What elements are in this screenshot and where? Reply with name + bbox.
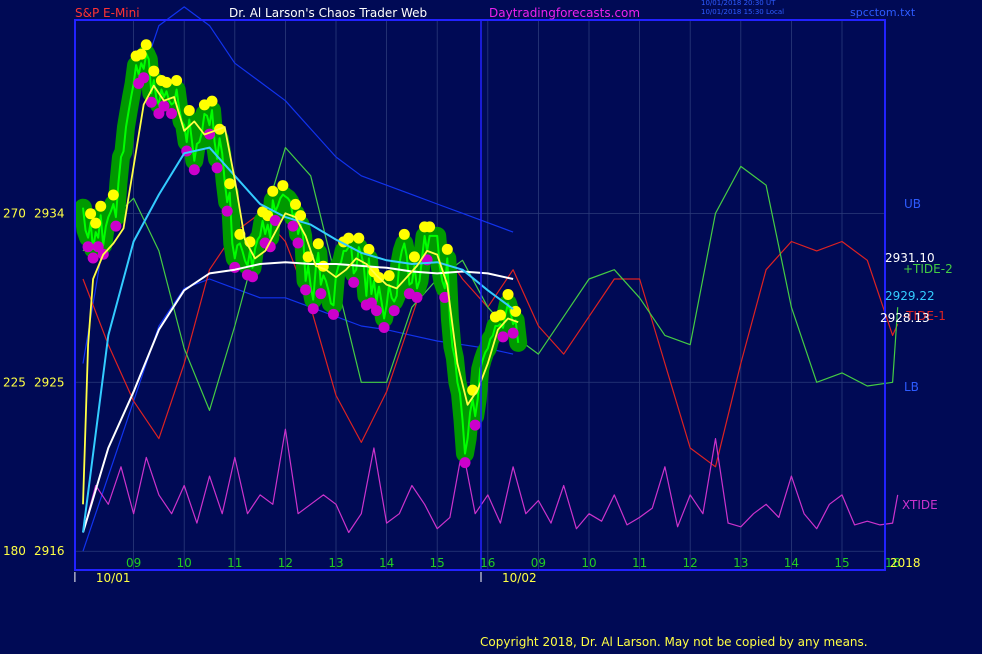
x-tick-hour: 09 — [126, 556, 141, 570]
swing-low-dot — [221, 205, 233, 217]
x-tick-hour: 11 — [632, 556, 647, 570]
x-tick-hour: 12 — [278, 556, 293, 570]
chart-svg: 270 2934225 2925180 291609 10 11 12 13 14 15 16 09 1… — [3, 6, 953, 585]
site-url[interactable]: Daytradingforecasts.com — [489, 6, 640, 20]
x-tick-hour: 15 — [834, 556, 849, 570]
swing-low-dot — [370, 305, 382, 317]
data-filename: spcctom.txt — [850, 6, 916, 19]
swing-high-dot — [290, 198, 302, 210]
swing-low-dot — [411, 291, 423, 303]
swing-low-dot — [287, 220, 299, 232]
x-tick-hour: 09 — [531, 556, 546, 570]
swing-high-dot — [494, 309, 506, 321]
x-tick-hour: 11 — [227, 556, 242, 570]
swing-high-dot — [424, 221, 436, 233]
swing-low-dot — [87, 252, 99, 264]
swing-high-dot — [277, 180, 289, 192]
swing-low-dot — [388, 305, 400, 317]
swing-high-dot — [206, 95, 218, 107]
swing-low-dot — [507, 327, 519, 339]
swing-high-dot — [408, 251, 420, 263]
swing-low-dot — [459, 457, 471, 469]
swing-high-dot — [441, 243, 453, 255]
x-tick-hour: 12 — [683, 556, 698, 570]
swing-low-dot — [327, 308, 339, 320]
chart-canvas: 270 2934 225 2925 180 2916 09 10 11 12 13 14 15 16 09 1… — [0, 0, 982, 650]
swing-low-dot — [300, 284, 312, 296]
timestamp-ut: 10/01/2018 20:30 UT — [701, 0, 776, 7]
swing-high-dot — [160, 76, 172, 88]
swing-high-dot — [171, 74, 183, 86]
y-tick-tide: 270 — [3, 206, 26, 220]
instrument-title: S&P E-Mini — [75, 6, 140, 20]
x-tick-hour: 16 — [480, 556, 495, 570]
ub-label: UB — [904, 197, 921, 211]
swing-low-dot — [138, 72, 150, 84]
plot-area — [75, 20, 885, 570]
x-tick-hour: 14 — [784, 556, 799, 570]
year-label: 2018 — [890, 556, 921, 570]
copyright-notice: Copyright 2018, Dr. Al Larson. May not b… — [480, 635, 868, 649]
swing-high-dot — [267, 185, 279, 197]
y-tick-tide: 225 — [3, 375, 26, 389]
y-tick-tide: 180 — [3, 544, 26, 558]
last-price-low: 2928.13 — [880, 311, 930, 325]
swing-high-dot — [224, 178, 236, 190]
swing-high-dot — [353, 232, 365, 244]
x-tick-hour: 10 — [581, 556, 596, 570]
x-date-label: 10/01 — [96, 571, 131, 585]
lb-label: LB — [904, 380, 919, 394]
y-tick-price: 2934 — [34, 206, 65, 220]
swing-low-dot — [315, 288, 327, 300]
swing-high-dot — [502, 288, 514, 300]
last-price-mid: 2929.22 — [885, 289, 935, 303]
swing-high-dot — [383, 270, 395, 282]
tide-plus2-label: +TIDE-2 — [903, 262, 953, 276]
swing-high-dot — [148, 65, 160, 77]
swing-low-dot — [211, 162, 223, 174]
swing-low-dot — [378, 321, 390, 333]
x-tick-hour: 13 — [328, 556, 343, 570]
swing-low-dot — [188, 164, 200, 176]
xtide-label: XTIDE — [902, 498, 938, 512]
swing-low-dot — [307, 303, 319, 315]
x-tick-hour: 14 — [379, 556, 394, 570]
swing-high-dot — [140, 39, 152, 51]
y-tick-price: 2925 — [34, 375, 65, 389]
swing-high-dot — [85, 208, 97, 220]
swing-high-dot — [398, 228, 410, 240]
y-tick-price: 2916 — [34, 544, 65, 558]
swing-high-dot — [135, 48, 147, 60]
swing-low-dot — [469, 419, 481, 431]
swing-high-dot — [107, 189, 119, 201]
swing-low-dot — [348, 276, 360, 288]
swing-low-dot — [82, 241, 94, 253]
x-tick-hour: 10 — [177, 556, 192, 570]
swing-low-dot — [110, 220, 122, 232]
swing-high-dot — [312, 238, 324, 250]
timestamp-local: 10/01/2018 15:30 Local — [701, 8, 785, 16]
swing-low-dot — [166, 107, 178, 119]
x-tick-hour: 15 — [430, 556, 445, 570]
swing-high-dot — [90, 217, 102, 229]
swing-low-dot — [292, 237, 304, 249]
swing-high-dot — [95, 200, 107, 212]
swing-high-dot — [183, 104, 195, 116]
site-title: Dr. Al Larson's Chaos Trader Web — [229, 6, 428, 20]
swing-low-dot — [247, 271, 259, 283]
x-date-label: 10/02 — [502, 571, 537, 585]
swing-high-dot — [343, 232, 355, 244]
x-tick-hour: 13 — [733, 556, 748, 570]
swing-low-dot — [497, 331, 509, 343]
